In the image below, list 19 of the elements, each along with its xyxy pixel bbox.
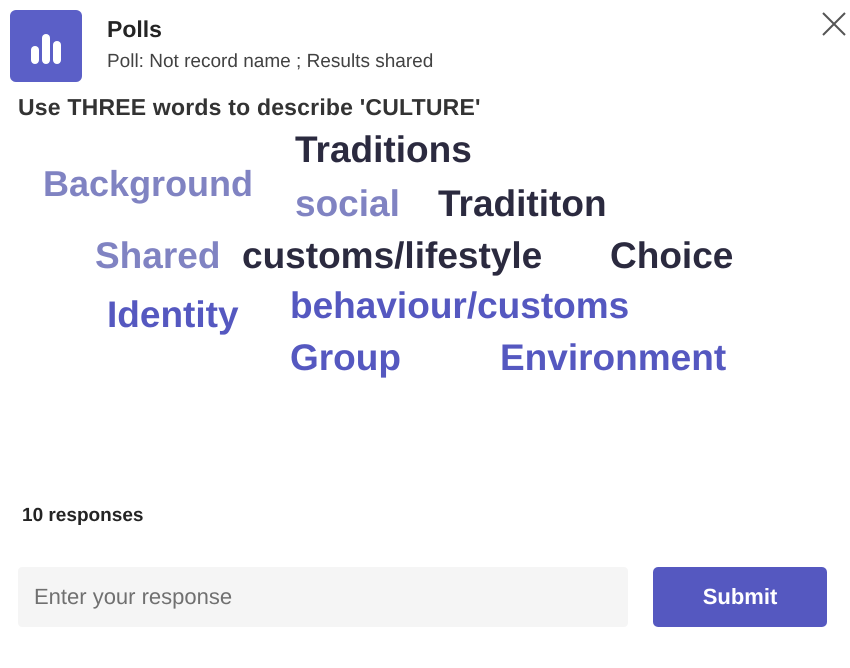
cloud-word: Group: [290, 339, 401, 376]
cloud-word: behaviour/customs: [290, 287, 630, 324]
response-field[interactable]: Enter your response: [18, 567, 628, 627]
submit-button[interactable]: Submit: [653, 567, 827, 627]
poll-title: Polls: [107, 16, 163, 43]
cloud-word: Choice: [610, 237, 734, 274]
cloud-word: customs/lifestyle: [242, 237, 542, 274]
poll-question: Use THREE words to describe 'CULTURE': [17, 93, 482, 121]
cloud-word: Traditions: [295, 131, 472, 168]
close-icon[interactable]: [820, 10, 848, 38]
cloud-word: Environment: [500, 339, 726, 376]
cloud-word: Identity: [107, 296, 239, 333]
cloud-word: social: [295, 185, 400, 222]
poll-app-icon: [10, 10, 82, 82]
cloud-word: Background: [43, 166, 254, 202]
cloud-word: Tradititon: [438, 185, 607, 222]
cloud-word: Shared: [95, 237, 220, 274]
poll-subtitle: Poll: Not record name ; Results shared: [107, 51, 434, 73]
response-count: 10 responses: [21, 504, 144, 527]
